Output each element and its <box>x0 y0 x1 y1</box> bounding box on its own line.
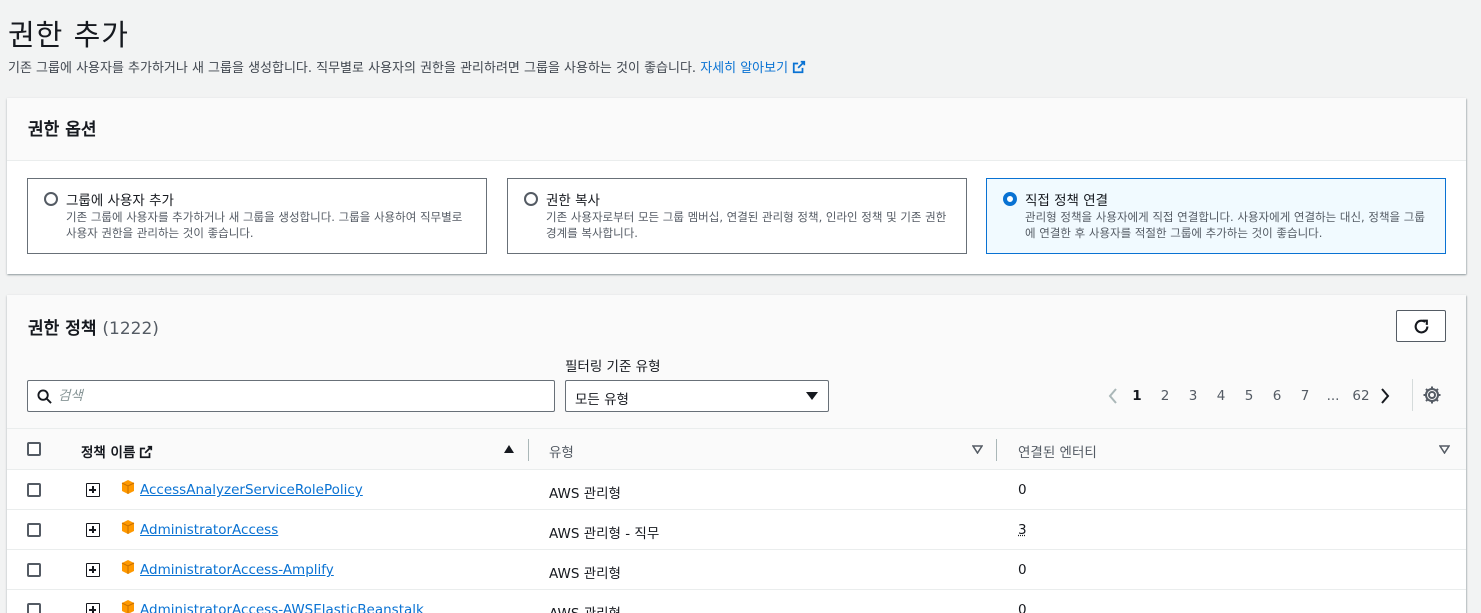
external-link-icon <box>139 445 153 459</box>
aws-policy-icon <box>120 519 136 535</box>
sort-descending-icon[interactable] <box>972 445 983 454</box>
row-checkbox[interactable] <box>27 523 41 537</box>
next-page-button[interactable] <box>1375 384 1395 408</box>
radio-copy-permissions[interactable] <box>524 192 538 206</box>
policy-name-link[interactable]: AdministratorAccess-Amplify <box>140 562 334 578</box>
previous-page-button[interactable] <box>1103 384 1123 408</box>
chevron-right-icon <box>1380 388 1390 404</box>
filter-type-select[interactable]: 모든 유형 <box>565 380 829 412</box>
pagination: 1 2 3 4 5 6 7 ... 62 <box>1103 383 1395 409</box>
option-label: 권한 복사 <box>546 189 600 209</box>
gear-icon <box>1422 385 1442 405</box>
policies-title-text: 권한 정책 <box>28 319 96 339</box>
expand-icon[interactable] <box>86 483 100 497</box>
policies-table: 정책 이름 유형 연결된 엔터티 AccessAnalyzerServiceRo… <box>7 428 1466 613</box>
policy-type: AWS 관리형 <box>549 562 621 582</box>
page-ellipsis: ... <box>1319 388 1347 404</box>
policies-title: 권한 정책 (1222) <box>28 314 159 339</box>
option-description: 관리형 정책을 사용자에게 직접 연결합니다. 사용자에게 연결하는 대신, 정… <box>1025 209 1433 241</box>
search-input[interactable] <box>58 385 538 407</box>
column-name-label: 정책 이름 <box>81 445 135 461</box>
row-checkbox[interactable] <box>27 603 41 613</box>
radio-attach-policies[interactable] <box>1003 192 1017 206</box>
permission-options-header: 권한 옵션 <box>7 98 1466 161</box>
column-header-type[interactable]: 유형 <box>549 441 574 461</box>
aws-policy-icon <box>120 479 136 495</box>
sort-ascending-icon[interactable] <box>504 445 514 453</box>
chevron-left-icon <box>1108 388 1118 404</box>
select-all-checkbox[interactable] <box>27 442 41 456</box>
policy-entities: 0 <box>1018 482 1027 498</box>
option-attach-policies[interactable]: 직접 정책 연결 관리형 정책을 사용자에게 직접 연결합니다. 사용자에게 연… <box>986 178 1446 254</box>
policy-type: AWS 관리형 - 직무 <box>549 522 659 542</box>
pager-divider <box>1412 379 1413 411</box>
option-label: 직접 정책 연결 <box>1025 189 1108 209</box>
page-3[interactable]: 3 <box>1179 388 1207 404</box>
option-copy-permissions[interactable]: 권한 복사 기존 사용자로부터 모든 그룹 멤버십, 연결된 관리형 정책, 인… <box>507 178 967 254</box>
filter-type-label: 필터링 기준 유형 <box>565 355 661 375</box>
permission-options-title: 권한 옵션 <box>28 115 96 140</box>
page-5[interactable]: 5 <box>1235 388 1263 404</box>
search-field[interactable] <box>27 380 555 412</box>
row-checkbox[interactable] <box>27 563 41 577</box>
preferences-button[interactable] <box>1422 385 1444 407</box>
page-62[interactable]: 62 <box>1347 388 1375 404</box>
policy-name-link[interactable]: AdministratorAccess-AWSElasticBeanstalk <box>140 602 424 613</box>
column-header-policy-name[interactable]: 정책 이름 <box>81 441 153 461</box>
table-row[interactable]: AdministratorAccess AWS 관리형 - 직무 3 <box>7 510 1466 550</box>
page-1[interactable]: 1 <box>1123 388 1151 404</box>
table-row[interactable]: AdministratorAccess-Amplify AWS 관리형 0 <box>7 550 1466 590</box>
column-divider[interactable] <box>996 439 997 461</box>
search-icon <box>37 389 52 404</box>
aws-policy-icon <box>120 599 136 613</box>
page-4[interactable]: 4 <box>1207 388 1235 404</box>
expand-icon[interactable] <box>86 563 100 577</box>
sort-descending-icon[interactable] <box>1439 445 1450 454</box>
table-row[interactable]: AccessAnalyzerServiceRolePolicy AWS 관리형 … <box>7 470 1466 510</box>
page-description-text: 기존 그룹에 사용자를 추가하거나 새 그룹을 생성합니다. 직무별로 사용자의… <box>8 61 696 76</box>
policy-name-link[interactable]: AccessAnalyzerServiceRolePolicy <box>140 482 363 498</box>
option-description: 기존 사용자로부터 모든 그룹 멤버십, 연결된 관리형 정책, 인라인 정책 … <box>546 209 954 241</box>
column-divider[interactable] <box>528 439 529 461</box>
permission-policies-panel: 권한 정책 (1222) 필터링 기준 유형 모든 유형 1 2 3 4 5 6… <box>7 295 1466 613</box>
table-header: 정책 이름 유형 연결된 엔터티 <box>7 428 1466 470</box>
policies-count: (1222) <box>102 319 159 339</box>
aws-policy-icon <box>120 559 136 575</box>
learn-more-label: 자세히 알아보기 <box>700 61 788 76</box>
policy-entities: 0 <box>1018 562 1027 578</box>
policy-name-link[interactable]: AdministratorAccess <box>140 522 278 538</box>
policy-entities-link[interactable]: 3 <box>1018 522 1027 538</box>
external-link-icon <box>792 60 806 74</box>
page-7[interactable]: 7 <box>1291 388 1319 404</box>
column-header-entities[interactable]: 연결된 엔터티 <box>1018 441 1097 461</box>
policy-entities: 0 <box>1018 602 1027 613</box>
refresh-button[interactable] <box>1396 310 1446 342</box>
option-label: 그룹에 사용자 추가 <box>66 189 174 209</box>
page-2[interactable]: 2 <box>1151 388 1179 404</box>
filter-type-value: 모든 유형 <box>575 388 629 408</box>
page-title: 권한 추가 <box>8 12 129 54</box>
caret-down-icon <box>806 392 818 400</box>
table-row[interactable]: AdministratorAccess-AWSElasticBeanstalk … <box>7 590 1466 613</box>
option-add-to-group[interactable]: 그룹에 사용자 추가 기존 그룹에 사용자를 추가하거나 새 그룹을 생성합니다… <box>27 178 487 254</box>
page-6[interactable]: 6 <box>1263 388 1291 404</box>
permission-options-panel: 권한 옵션 그룹에 사용자 추가 기존 그룹에 사용자를 추가하거나 새 그룹을… <box>7 98 1466 274</box>
page-description: 기존 그룹에 사용자를 추가하거나 새 그룹을 생성합니다. 직무별로 사용자의… <box>8 57 806 76</box>
policy-type: AWS 관리형 <box>549 602 621 613</box>
radio-add-to-group[interactable] <box>44 192 58 206</box>
row-checkbox[interactable] <box>27 483 41 497</box>
option-description: 기존 그룹에 사용자를 추가하거나 새 그룹을 생성합니다. 그룹을 사용하여 … <box>66 209 474 241</box>
refresh-icon <box>1413 318 1430 335</box>
expand-icon[interactable] <box>86 523 100 537</box>
learn-more-link[interactable]: 자세히 알아보기 <box>700 61 806 76</box>
policy-type: AWS 관리형 <box>549 482 621 502</box>
expand-icon[interactable] <box>86 603 100 613</box>
